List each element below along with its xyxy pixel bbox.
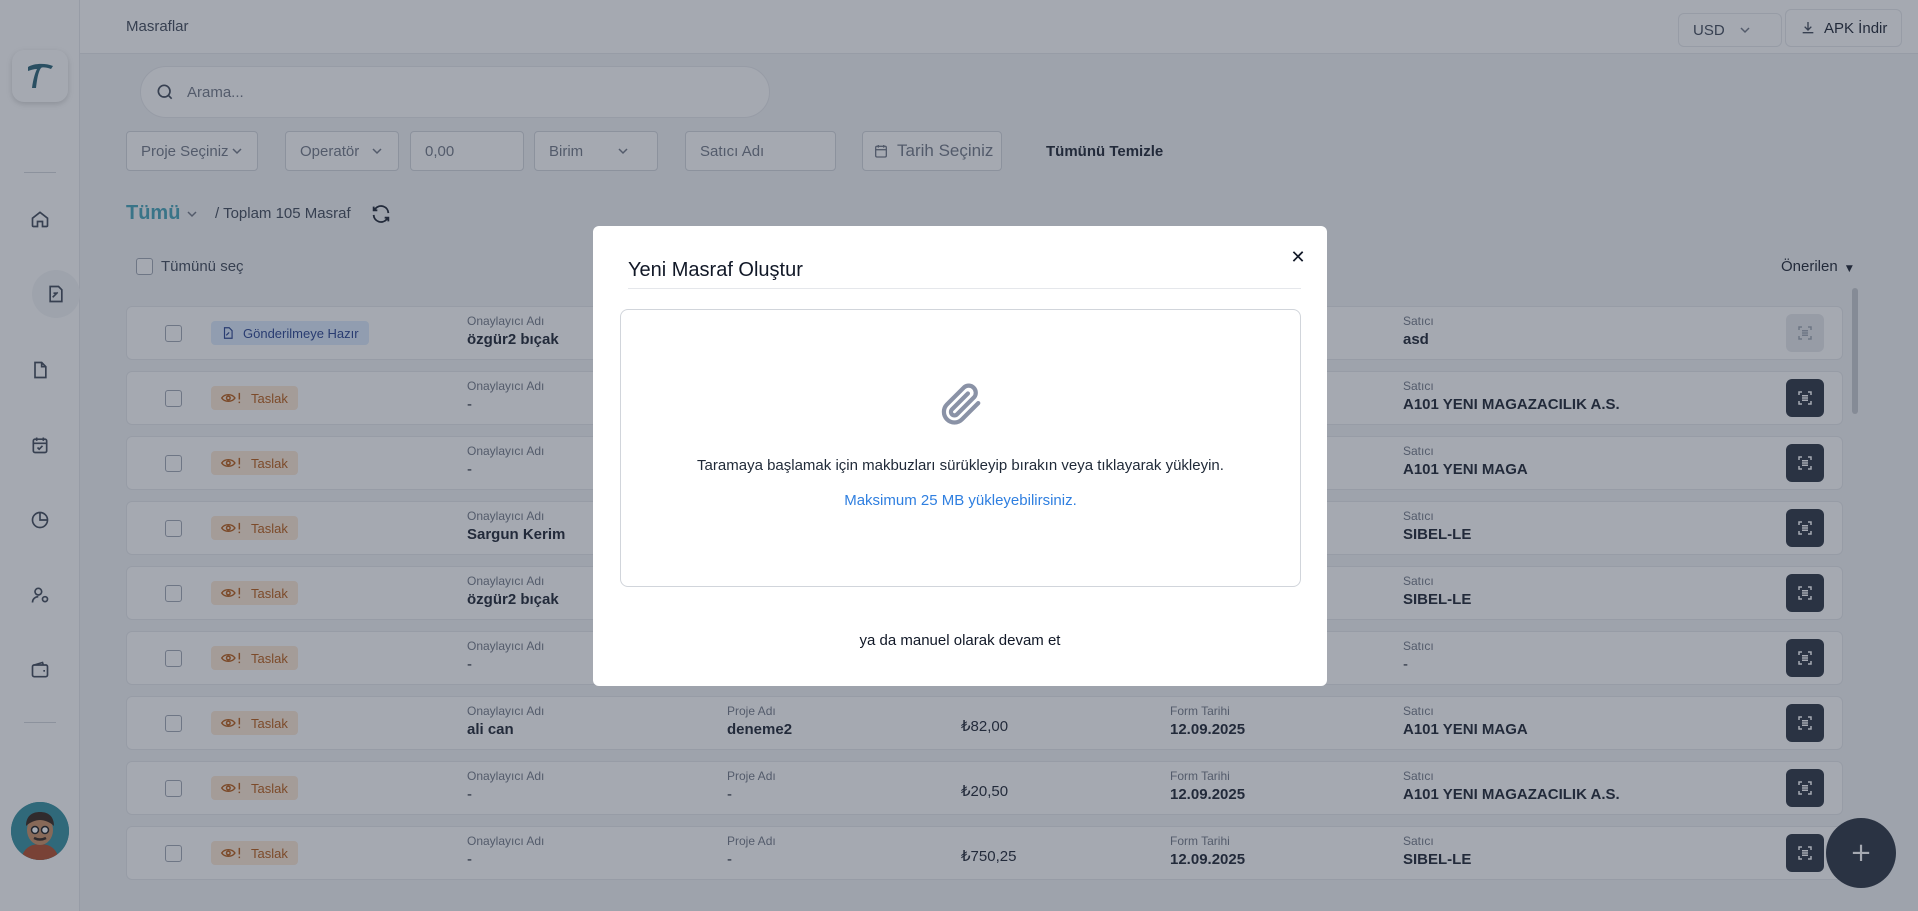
manual-entry-link[interactable]: ya da manuel olarak devam et [593, 632, 1327, 649]
max-size-note: Maksimum 25 MB yükleyebilirsiniz. [844, 492, 1077, 509]
close-button[interactable]: ✕ [1286, 245, 1310, 269]
modal-divider [628, 288, 1301, 289]
new-expense-modal: Yeni Masraf Oluştur ✕ Taramaya başlamak … [593, 226, 1327, 686]
paperclip-icon [938, 380, 984, 430]
close-icon: ✕ [1290, 246, 1306, 268]
modal-title: Yeni Masraf Oluştur [628, 259, 803, 281]
receipt-dropzone[interactable]: Taramaya başlamak için makbuzları sürükl… [620, 309, 1301, 587]
dropzone-instructions: Taramaya başlamak için makbuzları sürükl… [697, 457, 1224, 474]
